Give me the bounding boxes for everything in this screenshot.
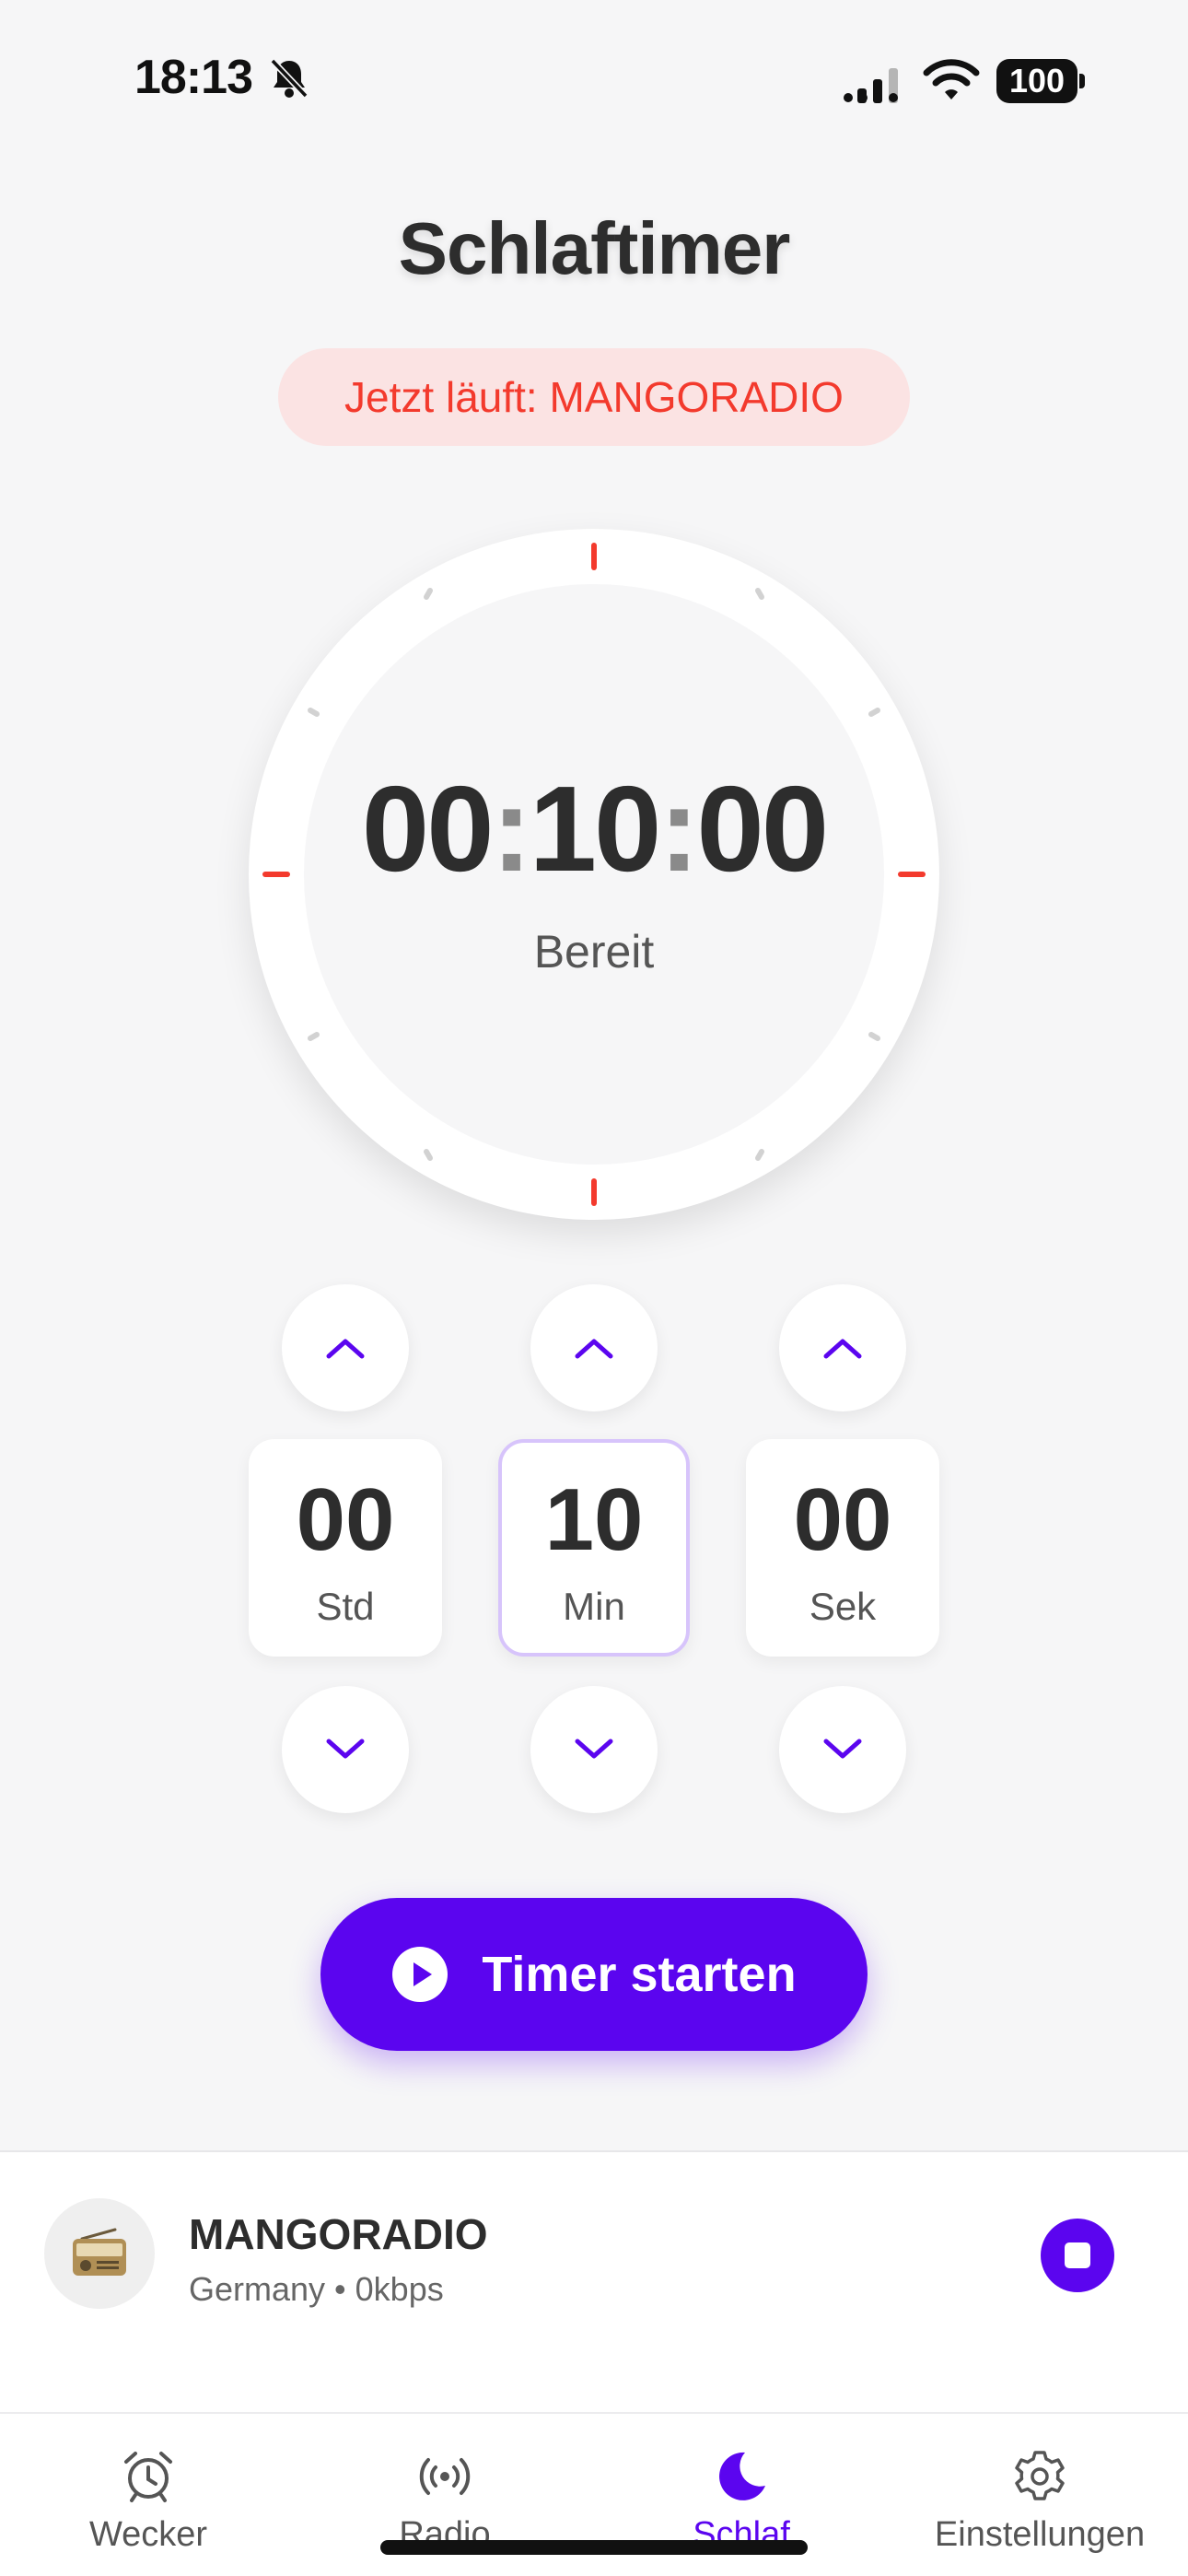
stop-icon bbox=[1065, 2242, 1090, 2268]
seconds-decrement-button[interactable] bbox=[779, 1686, 906, 1813]
seconds-field[interactable]: 00 Sek bbox=[746, 1439, 939, 1657]
dial-tick-minor bbox=[308, 1032, 320, 1041]
dial-tick-minor bbox=[424, 1149, 433, 1161]
moon-icon bbox=[719, 2452, 765, 2500]
wifi-icon bbox=[923, 59, 980, 100]
start-timer-button[interactable]: Timer starten bbox=[320, 1898, 868, 2051]
countdown-display: 00:10:00 bbox=[249, 759, 939, 898]
alarm-clock-icon bbox=[124, 2452, 172, 2502]
mini-player[interactable]: MANGORADIO Germany • 0kbps bbox=[0, 2150, 1188, 2412]
dial-tick-minor bbox=[868, 708, 880, 717]
chevron-down-icon bbox=[823, 1739, 862, 1759]
cellular-signal-icon bbox=[844, 68, 898, 103]
tab-label: Wecker bbox=[88, 2515, 208, 2554]
battery-level: 100 bbox=[996, 59, 1077, 103]
dial-tick-minor bbox=[424, 588, 433, 600]
play-icon bbox=[392, 1947, 448, 2002]
chevron-up-icon bbox=[326, 1339, 365, 1359]
page-title: Schlaftimer bbox=[398, 207, 791, 289]
countdown-minutes: 10 bbox=[529, 761, 662, 896]
tab-label: Einstellungen bbox=[934, 2515, 1146, 2554]
tab-wecker[interactable]: Wecker bbox=[0, 2414, 297, 2576]
station-avatar bbox=[44, 2198, 155, 2309]
chevron-up-icon bbox=[823, 1339, 862, 1359]
minutes-value: 10 bbox=[544, 1470, 644, 1569]
minutes-field[interactable]: 10 Min bbox=[498, 1439, 690, 1657]
home-indicator[interactable] bbox=[380, 2540, 808, 2555]
chevron-down-icon bbox=[326, 1739, 365, 1759]
chevron-down-icon bbox=[575, 1739, 613, 1759]
hours-label: Std bbox=[316, 1585, 375, 1628]
gear-icon bbox=[1015, 2451, 1065, 2500]
hours-field[interactable]: 00 Std bbox=[249, 1439, 442, 1657]
countdown-separator: : bbox=[491, 761, 532, 896]
minutes-decrement-button[interactable] bbox=[530, 1686, 658, 1813]
timer-dial: 00:10:00 Bereit bbox=[249, 529, 939, 1220]
broadcast-icon bbox=[419, 2458, 471, 2495]
minutes-label: Min bbox=[563, 1585, 625, 1628]
minutes-increment-button[interactable] bbox=[530, 1284, 658, 1411]
radio-icon bbox=[73, 2228, 126, 2276]
stop-button[interactable] bbox=[1041, 2219, 1114, 2292]
seconds-increment-button[interactable] bbox=[779, 1284, 906, 1411]
chevron-up-icon bbox=[575, 1339, 613, 1359]
station-details: Germany • 0kbps bbox=[189, 2270, 444, 2308]
bell-slash-icon bbox=[270, 58, 309, 99]
hours-increment-button[interactable] bbox=[282, 1284, 409, 1411]
dial-tick-minor bbox=[308, 708, 320, 717]
hours-value: 00 bbox=[296, 1470, 395, 1569]
dial-tick-minor bbox=[755, 588, 764, 600]
start-timer-label: Timer starten bbox=[482, 1947, 797, 2002]
now-playing-badge: Jetzt läuft: MANGORADIO bbox=[278, 348, 910, 446]
dial-tick-minor bbox=[868, 1032, 880, 1041]
station-name: MANGORADIO bbox=[189, 2210, 488, 2258]
tab-einstellungen[interactable]: Einstellungen bbox=[891, 2414, 1188, 2576]
sleep-timer-screen: 18:13 100 Schlaftimer Jetzt läuft: MANGO… bbox=[0, 0, 1188, 2576]
countdown-seconds: 00 bbox=[696, 761, 829, 896]
timer-state-label: Bereit bbox=[533, 926, 655, 978]
seconds-value: 00 bbox=[793, 1470, 892, 1569]
countdown-hours: 00 bbox=[361, 761, 495, 896]
hours-decrement-button[interactable] bbox=[282, 1686, 409, 1813]
battery-icon: 100 bbox=[996, 59, 1085, 103]
seconds-label: Sek bbox=[809, 1585, 877, 1628]
dial-tick-minor bbox=[755, 1149, 764, 1161]
countdown-separator: : bbox=[658, 761, 699, 896]
status-time: 18:13 bbox=[134, 51, 253, 104]
